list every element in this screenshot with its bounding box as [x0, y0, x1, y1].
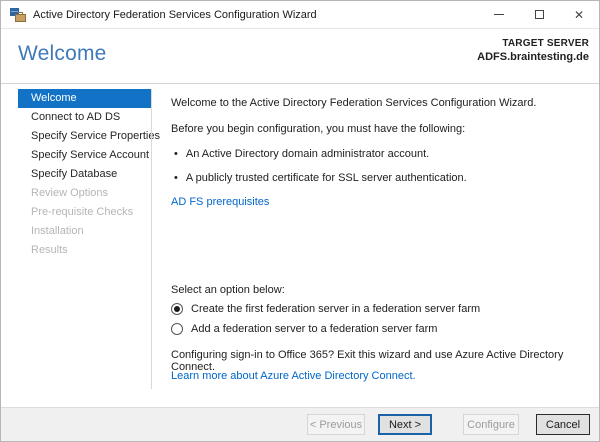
- close-button[interactable]: ✕: [559, 1, 599, 28]
- next-button[interactable]: Next >: [378, 414, 432, 435]
- radio-add-label: Add a federation server to a federation …: [191, 323, 438, 335]
- target-server-label: TARGET SERVER: [502, 38, 589, 49]
- nav-item-connect-to-ad-ds[interactable]: Connect to AD DS: [18, 108, 151, 127]
- wizard-body: Welcome Connect to AD DS Specify Service…: [1, 84, 599, 409]
- titlebar: Active Directory Federation Services Con…: [1, 1, 599, 29]
- nav-item-review-options: Review Options: [31, 187, 109, 199]
- bullet-admin-account: An Active Directory domain administrator…: [171, 148, 429, 160]
- wizard-step-nav: Welcome Connect to AD DS Specify Service…: [18, 89, 160, 260]
- cancel-button[interactable]: Cancel: [536, 414, 590, 435]
- radio-add-federation-server[interactable]: Add a federation server to a federation …: [171, 323, 437, 335]
- nav-item-installation: Installation: [31, 225, 84, 237]
- wizard-footer: < Previous Next > Configure Cancel: [1, 407, 599, 441]
- adfs-prerequisites-link[interactable]: AD FS prerequisites: [171, 196, 269, 208]
- minimize-button[interactable]: [479, 1, 519, 28]
- configure-button: Configure: [463, 414, 519, 435]
- azure-ad-connect-link[interactable]: Learn more about Azure Active Directory …: [171, 370, 416, 382]
- before-heading: Before you begin configuration, you must…: [171, 123, 466, 135]
- target-server-name: ADFS.braintesting.de: [477, 51, 589, 63]
- minimize-icon: [494, 14, 504, 15]
- nav-item-welcome[interactable]: Welcome: [18, 89, 151, 108]
- maximize-button[interactable]: [519, 1, 559, 28]
- wizard-header: Welcome TARGET SERVER ADFS.braintesting.…: [1, 29, 599, 84]
- target-server-block: TARGET SERVER ADFS.braintesting.de: [477, 38, 589, 63]
- close-icon: ✕: [573, 7, 585, 22]
- intro-text: Welcome to the Active Directory Federati…: [171, 97, 537, 109]
- page-title: Welcome: [18, 42, 107, 65]
- select-option-label: Select an option below:: [171, 284, 285, 296]
- server-manager-icon: [10, 7, 26, 22]
- window-title: Active Directory Federation Services Con…: [33, 8, 317, 21]
- previous-button: < Previous: [307, 414, 365, 435]
- radio-create-first-federation-server[interactable]: Create the first federation server in a …: [171, 303, 480, 315]
- maximize-icon: [534, 10, 544, 19]
- bullet-ssl-certificate: A publicly trusted certificate for SSL s…: [171, 172, 467, 184]
- nav-item-results: Results: [31, 244, 68, 256]
- nav-item-specify-service-properties[interactable]: Specify Service Properties: [18, 127, 160, 146]
- radio-create-label: Create the first federation server in a …: [191, 303, 481, 315]
- wizard-window: Active Directory Federation Services Con…: [0, 0, 600, 442]
- nav-item-pre-requisite-checks: Pre-requisite Checks: [31, 206, 134, 218]
- nav-divider: [151, 89, 152, 389]
- radio-unselected-icon: [171, 323, 183, 335]
- radio-selected-icon: [171, 303, 183, 315]
- nav-item-specify-service-account[interactable]: Specify Service Account: [18, 146, 151, 165]
- nav-item-specify-database[interactable]: Specify Database: [18, 165, 151, 184]
